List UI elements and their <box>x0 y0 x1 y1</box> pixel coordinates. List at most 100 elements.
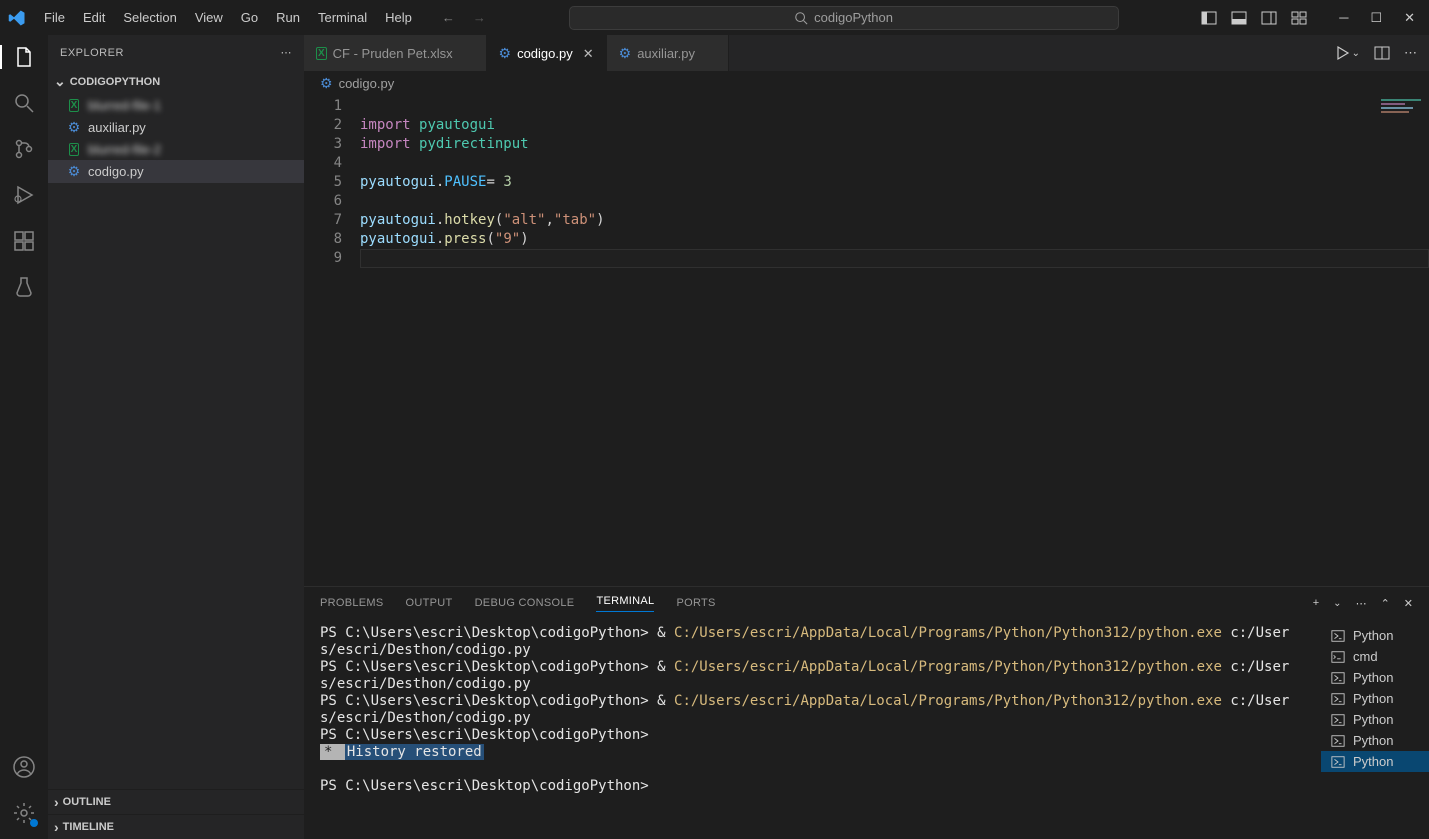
chevron-right-icon: › <box>54 794 59 810</box>
terminal-line: PS C:\Users\escri\Desktop\codigoPython> <box>320 727 1305 744</box>
breadcrumb[interactable]: ⚙ codigo.py <box>304 71 1429 95</box>
cmd-icon <box>1331 650 1345 664</box>
panel-tab-row: PROBLEMS OUTPUT DEBUG CONSOLE TERMINAL PORTS… <box>304 587 1429 619</box>
activity-explorer-icon[interactable] <box>12 45 36 69</box>
terminal-output[interactable]: PS C:\Users\escri\Desktop\codigoPython> … <box>304 619 1321 839</box>
file-tree: Xblurred-file-1 ⚙ auxiliar.py Xblurred-file… <box>48 93 304 789</box>
excel-file-icon: X <box>66 143 82 156</box>
file-label: blurred-file-1 <box>88 98 161 113</box>
panel-maximize-icon[interactable]: ⌃ <box>1381 597 1390 610</box>
activity-bar <box>0 35 48 839</box>
terminal-list-item[interactable]: Python <box>1321 709 1429 730</box>
window-close-icon[interactable]: ✕ <box>1404 10 1415 26</box>
powershell-icon <box>1331 755 1345 769</box>
terminal-list-item[interactable]: Python <box>1321 625 1429 646</box>
menu-view[interactable]: View <box>187 6 231 29</box>
editor-area: XCF - Pruden Pet.xlsx✕ ⚙ codigo.py ✕ ⚙auxili… <box>304 35 1429 839</box>
sidebar-explorer: EXPLORER ⋯ ⌄ CODIGOPYTHON Xblurred-file-… <box>48 35 304 839</box>
sidebar-section-outline[interactable]: ›OUTLINE <box>48 789 304 814</box>
activity-accounts-icon[interactable] <box>12 755 36 779</box>
layout-bottom-icon[interactable] <box>1231 10 1247 26</box>
terminal-list-item[interactable]: Python <box>1321 751 1429 772</box>
code-editor[interactable]: 123456789 import pyautoguiimport pydirec… <box>304 95 1429 586</box>
bottom-panel: PROBLEMS OUTPUT DEBUG CONSOLE TERMINAL PORTS… <box>304 586 1429 839</box>
window-minimize-icon[interactable]: ─ <box>1339 10 1348 26</box>
layout-customize-icon[interactable] <box>1291 10 1307 26</box>
sidebar-folder-toggle[interactable]: ⌄ CODIGOPYTHON <box>48 70 304 93</box>
file-label: auxiliar.py <box>88 120 146 135</box>
terminal-line: PS C:\Users\escri\Desktop\codigoPython> <box>320 778 1305 795</box>
command-center-search[interactable]: codigoPython <box>569 6 1119 30</box>
tab-label: codigo.py <box>517 46 573 61</box>
sidebar-title: EXPLORER <box>60 47 124 59</box>
panel-tab-ports[interactable]: PORTS <box>676 597 715 609</box>
terminal-list-label: Python <box>1353 754 1393 769</box>
editor-tab[interactable]: ⚙ codigo.py ✕ <box>487 35 607 71</box>
sidebar-section-timeline[interactable]: ›TIMELINE <box>48 814 304 839</box>
menu-edit[interactable]: Edit <box>75 6 113 29</box>
terminal-list-item[interactable]: Python <box>1321 688 1429 709</box>
panel-tab-terminal[interactable]: TERMINAL <box>596 595 654 612</box>
terminal-list-label: Python <box>1353 733 1393 748</box>
editor-tab-row: XCF - Pruden Pet.xlsx✕ ⚙ codigo.py ✕ ⚙auxili… <box>304 35 1429 71</box>
activity-settings-icon[interactable] <box>12 801 36 825</box>
split-editor-icon[interactable] <box>1374 45 1390 61</box>
menu-bar: FileEditSelectionViewGoRunTerminalHelp <box>36 6 420 29</box>
file-row[interactable]: Xblurred-file-1 <box>48 95 304 116</box>
nav-back-icon[interactable]: ← <box>442 10 455 25</box>
activity-search-icon[interactable] <box>12 91 36 115</box>
menu-run[interactable]: Run <box>268 6 308 29</box>
terminal-list-item[interactable]: Python <box>1321 730 1429 751</box>
menu-help[interactable]: Help <box>377 6 420 29</box>
menu-go[interactable]: Go <box>233 6 266 29</box>
python-file-icon: ⚙ <box>619 45 632 62</box>
panel-tab-problems[interactable]: PROBLEMS <box>320 597 384 609</box>
chevron-right-icon: › <box>54 819 59 835</box>
editor-tab[interactable]: XCF - Pruden Pet.xlsx✕ <box>304 35 487 71</box>
menu-file[interactable]: File <box>36 6 73 29</box>
sidebar-more-icon[interactable]: ⋯ <box>281 46 293 59</box>
panel-tab-debug-console[interactable]: DEBUG CONSOLE <box>475 597 575 609</box>
editor-more-icon[interactable]: ⋯ <box>1404 45 1417 61</box>
python-file-icon: ⚙ <box>66 163 82 180</box>
file-label: blurred-file-2 <box>88 142 161 157</box>
activity-source-control-icon[interactable] <box>12 137 36 161</box>
terminal-line: PS C:\Users\escri\Desktop\codigoPython> … <box>320 659 1305 693</box>
terminal-list-item[interactable]: Python <box>1321 667 1429 688</box>
panel-more-icon[interactable]: ⋯ <box>1356 597 1367 610</box>
run-file-icon[interactable]: ⌄ <box>1334 45 1360 61</box>
close-icon[interactable]: ✕ <box>583 46 594 62</box>
file-row[interactable]: Xblurred-file-2 <box>48 139 304 160</box>
python-file-icon: ⚙ <box>320 75 333 92</box>
nav-forward-icon[interactable]: → <box>473 10 486 25</box>
powershell-icon <box>1331 629 1345 643</box>
layout-right-icon[interactable] <box>1261 10 1277 26</box>
titlebar: FileEditSelectionViewGoRunTerminalHelp ←… <box>0 0 1429 35</box>
python-file-icon: ⚙ <box>66 119 82 136</box>
terminal-list: PythoncmdPythonPythonPythonPythonPython <box>1321 619 1429 839</box>
activity-testing-icon[interactable] <box>12 275 36 299</box>
editor-tab[interactable]: ⚙auxiliar.py✕ <box>607 35 729 71</box>
file-row[interactable]: ⚙codigo.py <box>48 160 304 183</box>
sidebar-folder-name: CODIGOPYTHON <box>70 76 160 88</box>
terminal-list-item[interactable]: cmd <box>1321 646 1429 667</box>
vscode-logo-icon <box>8 9 26 27</box>
panel-tab-output[interactable]: OUTPUT <box>406 597 453 609</box>
terminal-line: PS C:\Users\escri\Desktop\codigoPython> … <box>320 625 1305 659</box>
new-terminal-icon[interactable]: + <box>1313 597 1319 609</box>
panel-close-icon[interactable]: ✕ <box>1404 597 1413 610</box>
terminal-list-label: Python <box>1353 712 1393 727</box>
minimap[interactable] <box>1381 99 1421 127</box>
activity-run-debug-icon[interactable] <box>12 183 36 207</box>
terminal-list-label: cmd <box>1353 649 1378 664</box>
activity-extensions-icon[interactable] <box>12 229 36 253</box>
tab-label: CF - Pruden Pet.xlsx <box>333 46 453 61</box>
search-icon <box>794 11 808 25</box>
terminal-dropdown-icon[interactable]: ⌄ <box>1333 598 1341 609</box>
menu-selection[interactable]: Selection <box>115 6 184 29</box>
menu-terminal[interactable]: Terminal <box>310 6 375 29</box>
file-row[interactable]: ⚙ auxiliar.py <box>48 116 304 139</box>
python-file-icon: ⚙ <box>499 45 512 62</box>
window-maximize-icon[interactable]: ☐ <box>1370 10 1382 26</box>
layout-left-icon[interactable] <box>1201 10 1217 26</box>
